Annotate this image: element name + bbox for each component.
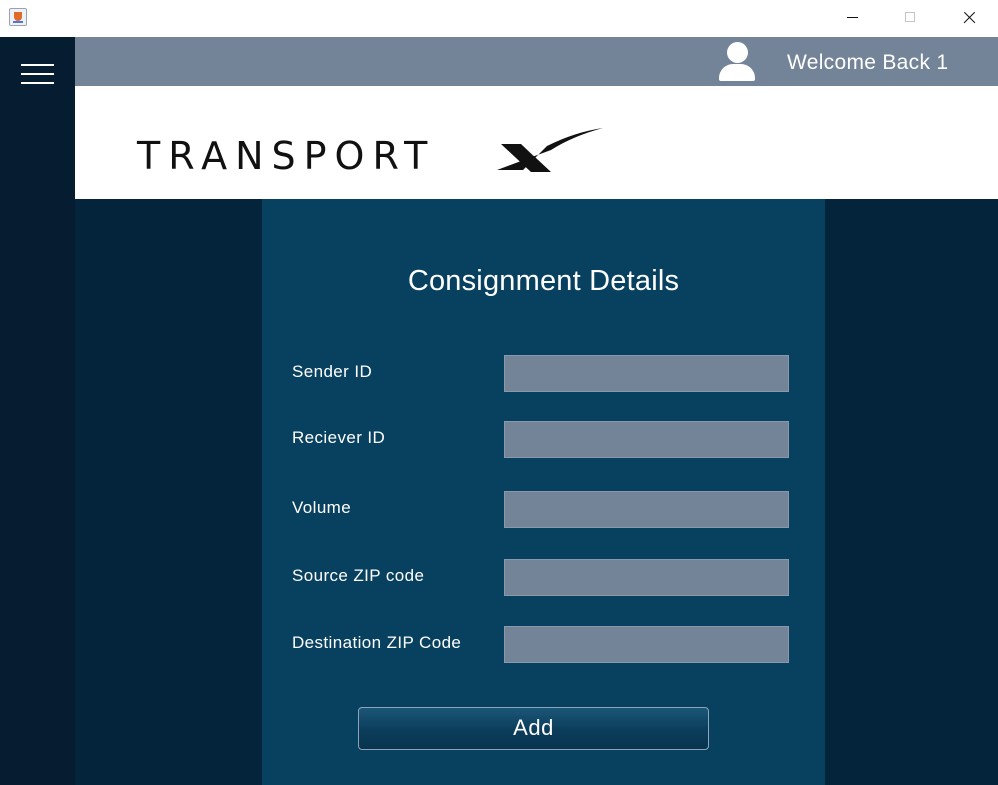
- content-area: Consignment Details Sender ID Reciever I…: [75, 199, 998, 785]
- header-bar: Welcome Back 1: [75, 37, 998, 86]
- user-icon[interactable]: [718, 42, 756, 82]
- close-icon[interactable]: [946, 0, 992, 36]
- add-button[interactable]: Add: [358, 707, 709, 750]
- source-zip-label: Source ZIP code: [292, 566, 425, 585]
- transportx-logo: TRANSPORT: [137, 126, 607, 178]
- sender-id-label: Sender ID: [292, 362, 373, 381]
- destination-zip-input[interactable]: [504, 626, 789, 663]
- volume-input[interactable]: [504, 491, 789, 528]
- welcome-text: Welcome Back 1: [787, 51, 949, 74]
- hamburger-line: [21, 64, 54, 66]
- consignment-form-panel: Consignment Details Sender ID Reciever I…: [262, 199, 825, 785]
- receiver-id-input[interactable]: [504, 421, 789, 458]
- maximize-icon[interactable]: [887, 0, 933, 36]
- destination-zip-label: Destination ZIP Code: [292, 633, 462, 652]
- sidebar: [0, 37, 75, 785]
- minimize-icon[interactable]: [830, 0, 876, 36]
- sender-id-input[interactable]: [504, 355, 789, 392]
- hamburger-line: [21, 82, 54, 84]
- receiver-id-label: Reciever ID: [292, 428, 386, 447]
- window-titlebar: [0, 0, 998, 37]
- hamburger-line: [21, 73, 54, 75]
- source-zip-input[interactable]: [504, 559, 789, 596]
- java-app-icon: [9, 8, 27, 26]
- logo-x-swoosh-icon: [497, 128, 603, 172]
- user-icon-head: [727, 42, 748, 63]
- volume-label: Volume: [292, 498, 352, 517]
- logo-text: TRANSPORT: [137, 134, 436, 178]
- user-icon-body: [719, 64, 755, 81]
- logo-band: TRANSPORT: [75, 86, 998, 199]
- hamburger-menu-icon[interactable]: [21, 64, 54, 86]
- form-title: Consignment Details: [407, 265, 680, 297]
